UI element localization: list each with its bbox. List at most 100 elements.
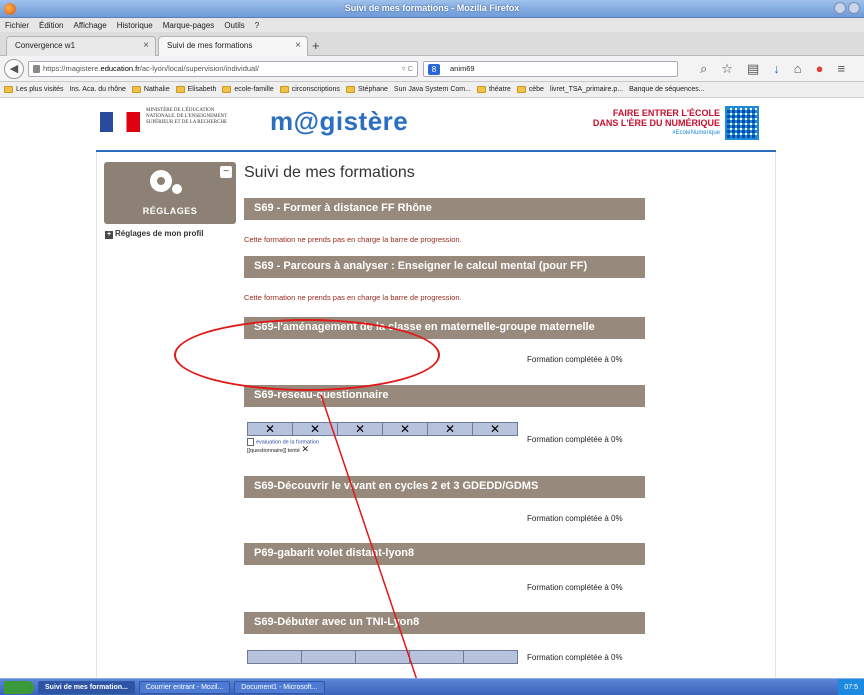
menu-icon[interactable]: ≡ — [837, 61, 845, 77]
ministry-name: MINISTÈRE DE L'ÉDUCATION NATIONALE, DE L… — [146, 108, 228, 125]
url-path: /ac-lyon/local/supervision/individual/ — [139, 64, 259, 73]
activity-cross-icon[interactable]: ✕ — [248, 423, 293, 435]
progress-segment[interactable] — [356, 651, 410, 663]
taskbar-item[interactable]: Suivi de mes formation... — [38, 680, 135, 694]
bookmark-item[interactable]: Ins. Aca. du rhône — [69, 86, 125, 93]
site-header: MINISTÈRE DE L'ÉDUCATION NATIONALE, DE L… — [100, 106, 775, 144]
activity-cross-icon[interactable]: ✕ — [473, 423, 517, 435]
taskbar-item[interactable]: Courrier entrant - Mozil... — [138, 680, 231, 694]
gear-icon — [150, 170, 172, 192]
close-tab-icon[interactable]: × — [295, 40, 301, 51]
navigation-bar: ◀ https://magistere.education.fr/ac-lyon… — [0, 56, 864, 82]
qr-code-icon — [725, 106, 759, 140]
header-divider — [96, 150, 776, 152]
tab-label: Convergence w1 — [15, 41, 76, 50]
url-bar[interactable]: https://magistere.education.fr/ac-lyon/l… — [28, 61, 418, 77]
small-gear-icon — [172, 184, 182, 194]
search-bar[interactable]: 8 anim69 — [423, 61, 678, 77]
menu-history[interactable]: Historique — [117, 21, 153, 30]
activity-cross-icon[interactable]: ✕ — [428, 423, 473, 435]
menu-help[interactable]: ? — [255, 21, 259, 30]
toolbar-icons: ⌕ ☆ ▤ ↓ ⌂ ● ≡ — [700, 61, 845, 77]
search-icon[interactable]: ⌕ — [700, 61, 707, 77]
search-engine-icon[interactable]: 8 — [428, 64, 440, 75]
bookmark-item[interactable]: ecole-famille — [222, 86, 274, 93]
folder-icon — [476, 86, 486, 93]
addon-icon[interactable]: ● — [816, 61, 824, 77]
cross-icon: ✕ — [301, 444, 309, 455]
activity-cross-icon[interactable]: ✕ — [383, 423, 428, 435]
menu-tools[interactable]: Outils — [224, 21, 244, 30]
course-completion: Formation complétée à 0% — [527, 355, 623, 364]
window-titlebar: Suivi de mes formations - Mozilla Firefo… — [0, 0, 864, 18]
course-header[interactable]: S69 - Former à distance FF Rhône — [244, 198, 645, 220]
collapse-button[interactable]: − — [220, 166, 232, 178]
menu-edit[interactable]: Édition — [39, 21, 63, 30]
tab-convergence[interactable]: Convergence w1 × — [6, 36, 156, 56]
ministry-logo — [100, 112, 140, 132]
star-icon[interactable]: ☆ — [721, 61, 733, 77]
activity-cross-icon[interactable]: ✕ — [338, 423, 383, 435]
bookmark-item[interactable]: cèbe — [516, 86, 544, 93]
bookmark-item[interactable]: Sun Java System Com... — [394, 86, 471, 93]
close-tab-icon[interactable]: × — [143, 40, 149, 51]
course-completion: Formation complétée à 0% — [527, 514, 623, 523]
folder-icon — [345, 86, 355, 93]
settings-label: RÉGLAGES — [142, 206, 198, 216]
bookmark-item[interactable]: Stéphane — [345, 86, 388, 93]
activity-link[interactable]: évaluation de la formation — [256, 439, 319, 445]
home-icon[interactable]: ⌂ — [794, 61, 802, 77]
slogan: FAIRE ENTRER L'ÉCOLE DANS L'ÈRE DU NUMÉR… — [592, 108, 720, 136]
course-completion: Formation complétée à 0% — [527, 435, 623, 444]
tab-label: Suivi de mes formations — [167, 41, 253, 50]
download-icon[interactable]: ↓ — [773, 61, 780, 77]
profile-settings-link[interactable]: + Réglages de mon profil — [105, 229, 203, 239]
bookmark-item[interactable]: Les plus visités — [4, 86, 63, 93]
progress-bar: ✕ ✕ ✕ ✕ ✕ ✕ — [247, 422, 518, 436]
tab-suivi[interactable]: Suivi de mes formations × — [158, 36, 308, 56]
clock[interactable]: 07:5 — [844, 684, 858, 691]
reload-icon[interactable]: ▿ C — [402, 64, 413, 73]
progress-segment[interactable] — [248, 651, 302, 663]
activity-tooltip: évaluation de la formation [[questionnai… — [247, 438, 319, 455]
course-note: Cette formation ne prends pas en charge … — [244, 293, 462, 302]
back-button[interactable]: ◀ — [4, 59, 24, 79]
plus-icon: + — [105, 231, 113, 239]
page-title: Suivi de mes formations — [244, 164, 415, 181]
progress-segment[interactable] — [302, 651, 356, 663]
folder-icon — [279, 86, 289, 93]
bookmark-item[interactable]: Banque de séquences... — [629, 86, 705, 93]
bookmark-item[interactable]: Nathalie — [131, 86, 170, 93]
questionnaire-icon — [247, 438, 254, 446]
bookmark-item[interactable]: Elisabeth — [175, 86, 216, 93]
maximize-button[interactable] — [848, 2, 860, 14]
bookmark-item[interactable]: théatre — [476, 86, 511, 93]
progress-bar — [247, 650, 518, 664]
taskbar-item[interactable]: Document1 - Microsoft... — [234, 680, 325, 694]
taskbar: Suivi de mes formation... Courrier entra… — [0, 678, 864, 695]
clipboard-icon[interactable]: ▤ — [747, 61, 759, 77]
menu-file[interactable]: Fichier — [5, 21, 29, 30]
bookmark-item[interactable]: livret_TSA_primaire.p... — [550, 86, 623, 93]
menu-view[interactable]: Affichage — [73, 21, 106, 30]
minimize-button[interactable] — [834, 2, 846, 14]
lock-icon — [33, 65, 40, 73]
progress-segment[interactable] — [410, 651, 464, 663]
activity-cross-icon[interactable]: ✕ — [293, 423, 338, 435]
folder-icon — [175, 86, 185, 93]
course-header[interactable]: S69-Débuter avec un TNI-Lyon8 — [244, 612, 645, 634]
course-header[interactable]: P69-gabarit volet distant-lyon8 — [244, 543, 645, 565]
magistere-logo[interactable]: m@gistère — [270, 106, 408, 137]
course-header[interactable]: S69-Découvrir le vivant en cycles 2 et 3… — [244, 476, 645, 498]
progress-segment[interactable] — [464, 651, 517, 663]
folder-icon — [222, 86, 232, 93]
url-prefix: https://magistere. — [43, 64, 101, 73]
course-completion: Formation complétée à 0% — [527, 583, 623, 592]
bookmark-item[interactable]: circonscriptions — [279, 86, 340, 93]
menu-bookmarks[interactable]: Marque-pages — [163, 21, 215, 30]
new-tab-icon[interactable]: + — [312, 38, 320, 53]
course-header[interactable]: S69 - Parcours à analyser : Enseigner le… — [244, 256, 645, 278]
folder-icon — [4, 86, 13, 93]
folder-icon — [516, 86, 526, 93]
start-button[interactable] — [4, 680, 34, 694]
